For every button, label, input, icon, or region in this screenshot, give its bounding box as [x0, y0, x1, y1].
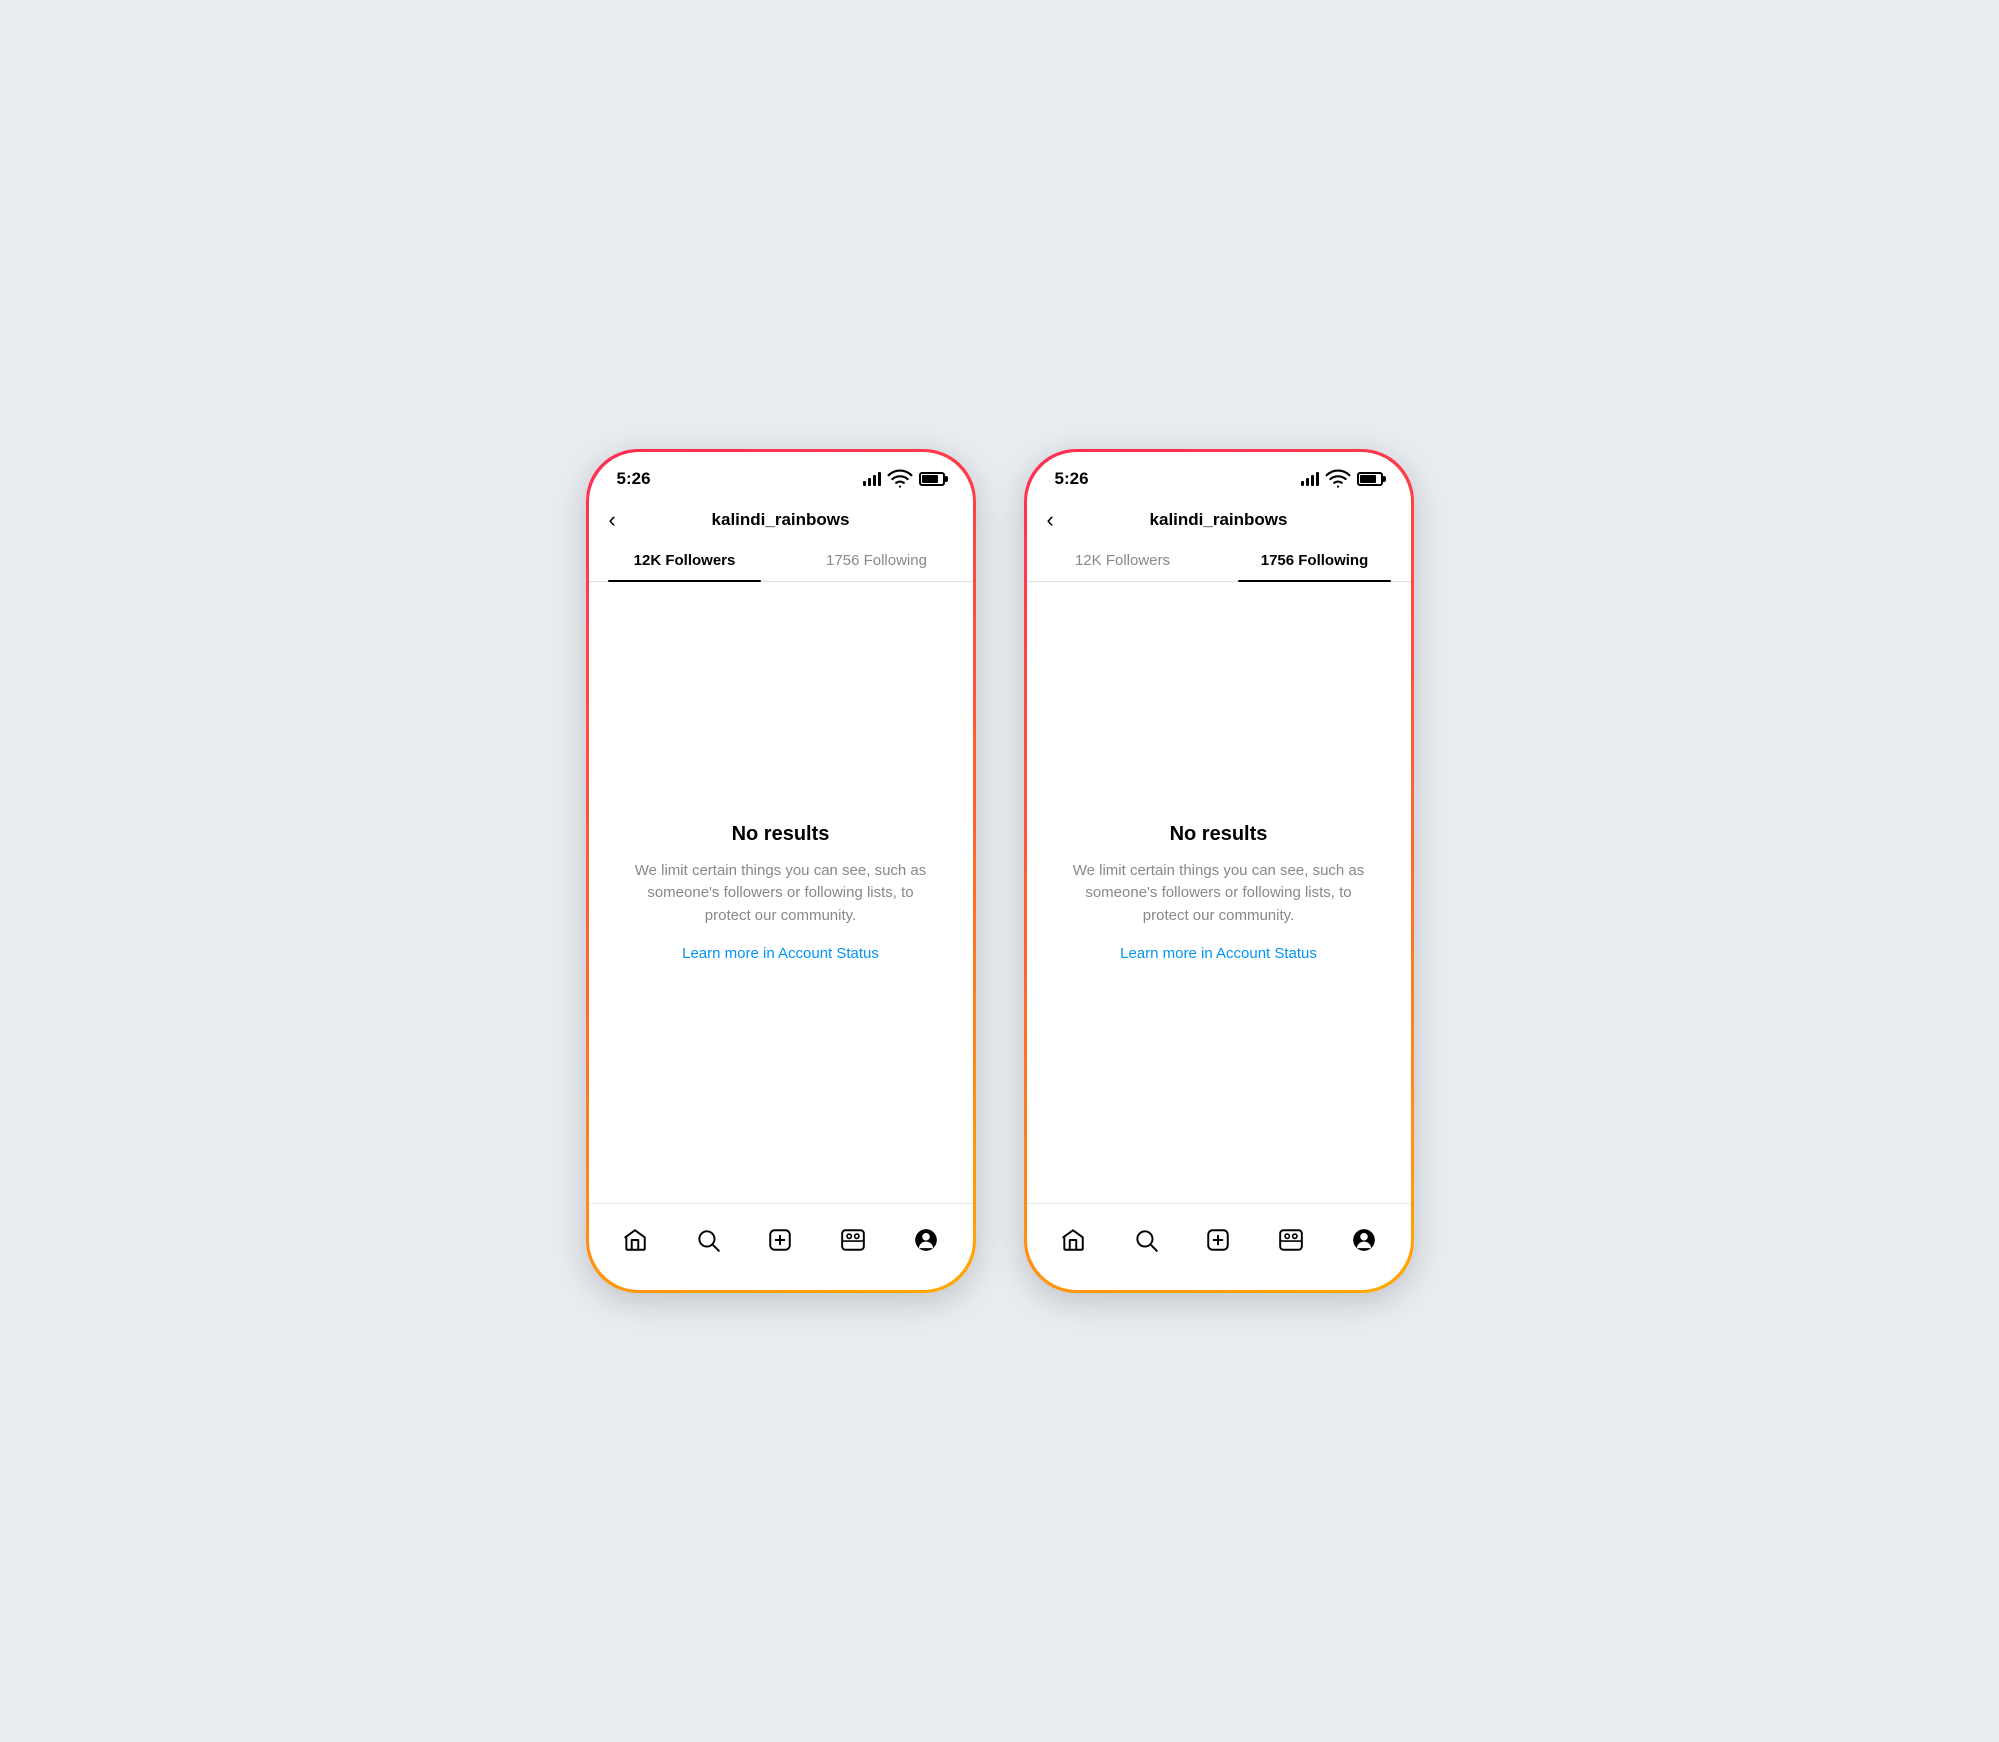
- nav-title-left: kalindi_rainbows: [712, 510, 850, 530]
- nav-header-left: ‹ kalindi_rainbows: [589, 500, 973, 540]
- learn-more-link-right[interactable]: Learn more in Account Status: [1120, 945, 1317, 962]
- page-wrapper: 5:26 ‹: [586, 449, 1414, 1293]
- search-icon-left[interactable]: [686, 1218, 730, 1262]
- nav-header-right: ‹ kalindi_rainbows: [1027, 500, 1411, 540]
- no-results-desc-left: We limit certain things you can see, suc…: [629, 860, 933, 928]
- back-button-right[interactable]: ‹: [1047, 509, 1054, 531]
- status-bar-right: 5:26: [1027, 452, 1411, 500]
- reels-icon-right[interactable]: [1269, 1218, 1313, 1262]
- tabs-right: 12K Followers 1756 Following: [1027, 540, 1411, 582]
- profile-icon-left[interactable]: [904, 1218, 948, 1262]
- reels-icon-left[interactable]: [831, 1218, 875, 1262]
- signal-icon-right: [1301, 472, 1319, 486]
- battery-icon-right: [1357, 472, 1383, 486]
- wifi-icon-right: [1325, 466, 1351, 492]
- no-results-title-right: No results: [1170, 823, 1268, 846]
- phone-right-inner: 5:26 ‹: [1027, 452, 1411, 1290]
- search-icon-right[interactable]: [1124, 1218, 1168, 1262]
- add-icon-right[interactable]: [1196, 1218, 1240, 1262]
- bottom-nav-right: [1027, 1203, 1411, 1290]
- battery-icon-left: [919, 472, 945, 486]
- nav-title-right: kalindi_rainbows: [1150, 510, 1288, 530]
- phone-left-inner: 5:26 ‹: [589, 452, 973, 1290]
- add-icon-left[interactable]: [758, 1218, 802, 1262]
- tab-following-left[interactable]: 1756 Following: [781, 540, 973, 581]
- bottom-nav-left: [589, 1203, 973, 1290]
- status-icons-right: [1301, 466, 1383, 492]
- signal-icon-left: [863, 472, 881, 486]
- status-icons-left: [863, 466, 945, 492]
- content-area-right: No results We limit certain things you c…: [1027, 582, 1411, 1203]
- status-time-left: 5:26: [617, 469, 651, 489]
- phone-right: 5:26 ‹: [1024, 449, 1414, 1293]
- content-area-left: No results We limit certain things you c…: [589, 582, 973, 1203]
- tab-following-right[interactable]: 1756 Following: [1219, 540, 1411, 581]
- status-bar-left: 5:26: [589, 452, 973, 500]
- learn-more-link-left[interactable]: Learn more in Account Status: [682, 945, 879, 962]
- home-icon-right[interactable]: [1051, 1218, 1095, 1262]
- status-time-right: 5:26: [1055, 469, 1089, 489]
- phone-left: 5:26 ‹: [586, 449, 976, 1293]
- tabs-left: 12K Followers 1756 Following: [589, 540, 973, 582]
- tab-followers-left[interactable]: 12K Followers: [589, 540, 781, 581]
- home-icon-left[interactable]: [613, 1218, 657, 1262]
- tab-followers-right[interactable]: 12K Followers: [1027, 540, 1219, 581]
- no-results-desc-right: We limit certain things you can see, suc…: [1067, 860, 1371, 928]
- profile-icon-right[interactable]: [1342, 1218, 1386, 1262]
- no-results-title-left: No results: [732, 823, 830, 846]
- back-button-left[interactable]: ‹: [609, 509, 616, 531]
- wifi-icon-left: [887, 466, 913, 492]
